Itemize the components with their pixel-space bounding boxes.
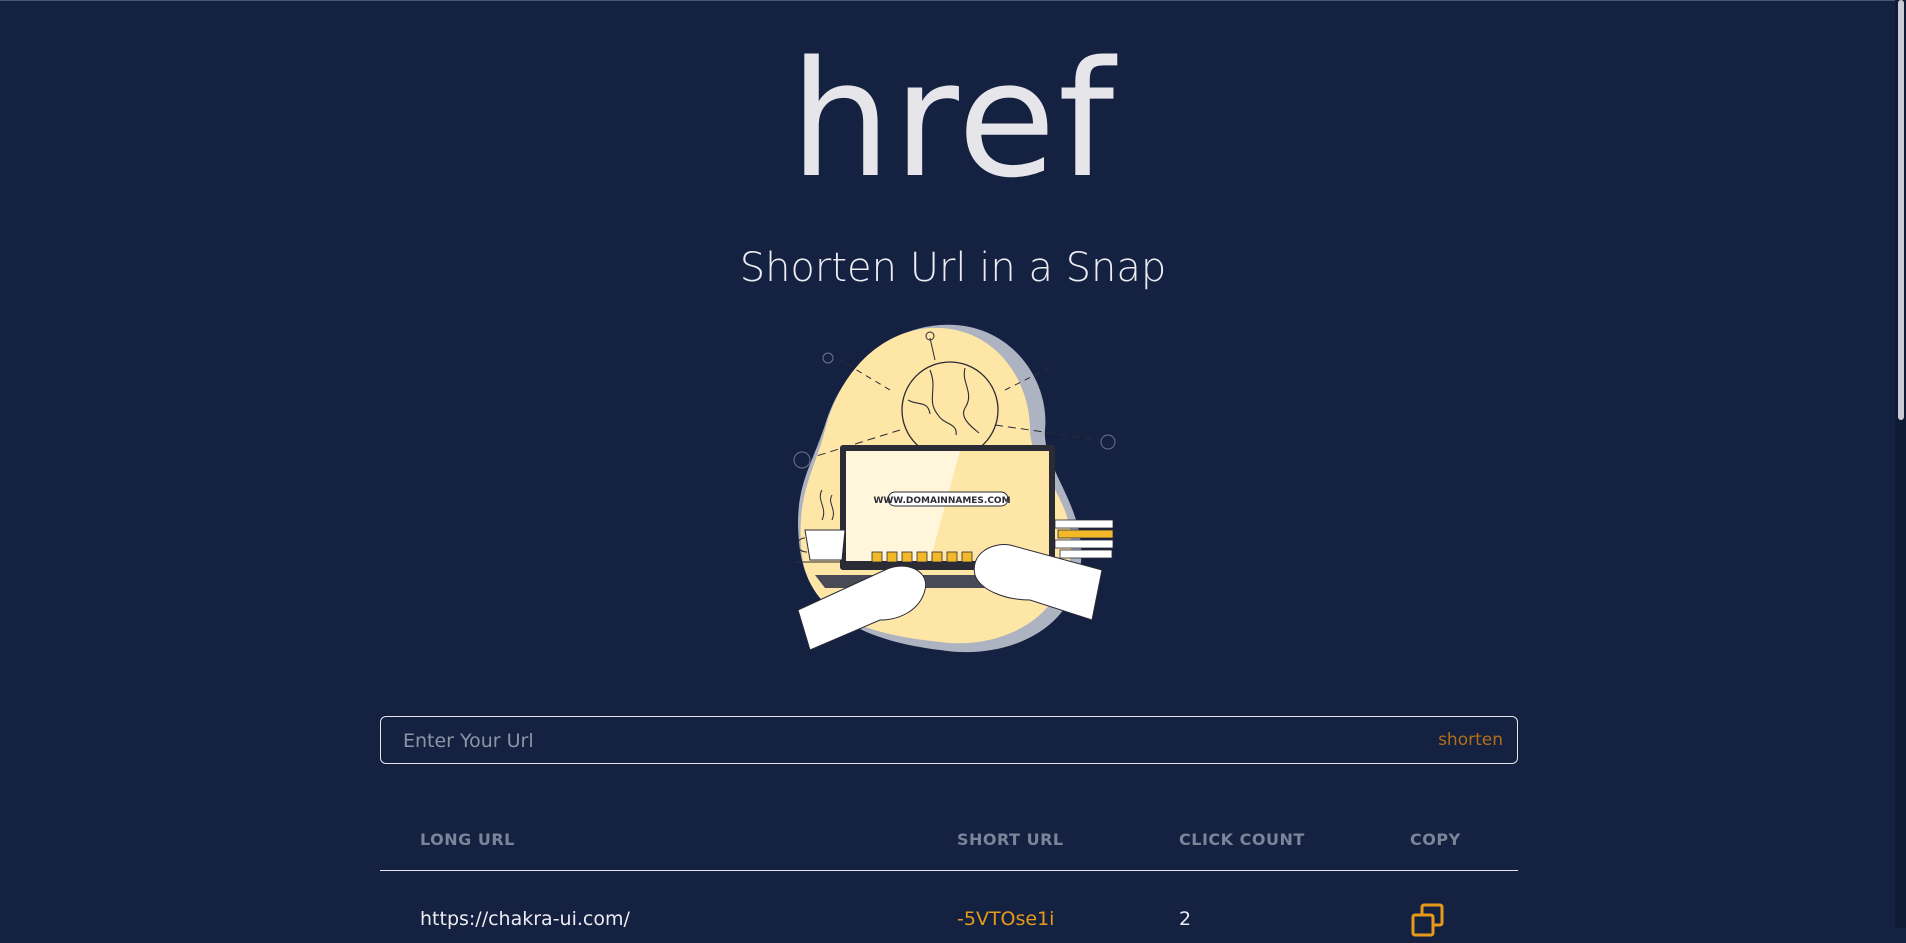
laptop-globe-illustration-icon: WWW.DOMAINNAMES.COM xyxy=(793,324,1116,653)
page-subtitle: Shorten Url in a Snap xyxy=(739,245,1167,291)
window-top-border xyxy=(0,0,1906,1)
header-copy: COPY xyxy=(1410,830,1461,849)
table-header: LONG URL SHORT URL CLICK COUNT COPY xyxy=(380,820,1518,871)
app-logo: href xyxy=(789,26,1117,213)
short-url-link[interactable]: -5VTOse1i xyxy=(957,908,1054,930)
scrollbar-thumb[interactable] xyxy=(1898,0,1904,420)
url-search-box: shorten xyxy=(380,716,1518,765)
header-click-count: CLICK COUNT xyxy=(1179,830,1305,849)
hero-url-text: WWW.DOMAINNAMES.COM xyxy=(873,496,1010,506)
long-url-cell[interactable]: https://chakra-ui.com/ xyxy=(420,908,630,930)
shorten-button[interactable]: shorten xyxy=(1438,717,1503,763)
url-input[interactable] xyxy=(401,717,1405,765)
hero-illustration: WWW.DOMAINNAMES.COM xyxy=(780,320,1120,660)
click-count-cell: 2 xyxy=(1179,908,1192,930)
header-long-url: LONG URL xyxy=(420,830,515,849)
header-short-url: SHORT URL xyxy=(957,830,1064,849)
copy-icon[interactable] xyxy=(1410,903,1446,939)
url-table: LONG URL SHORT URL CLICK COUNT COPY http… xyxy=(380,820,1518,937)
